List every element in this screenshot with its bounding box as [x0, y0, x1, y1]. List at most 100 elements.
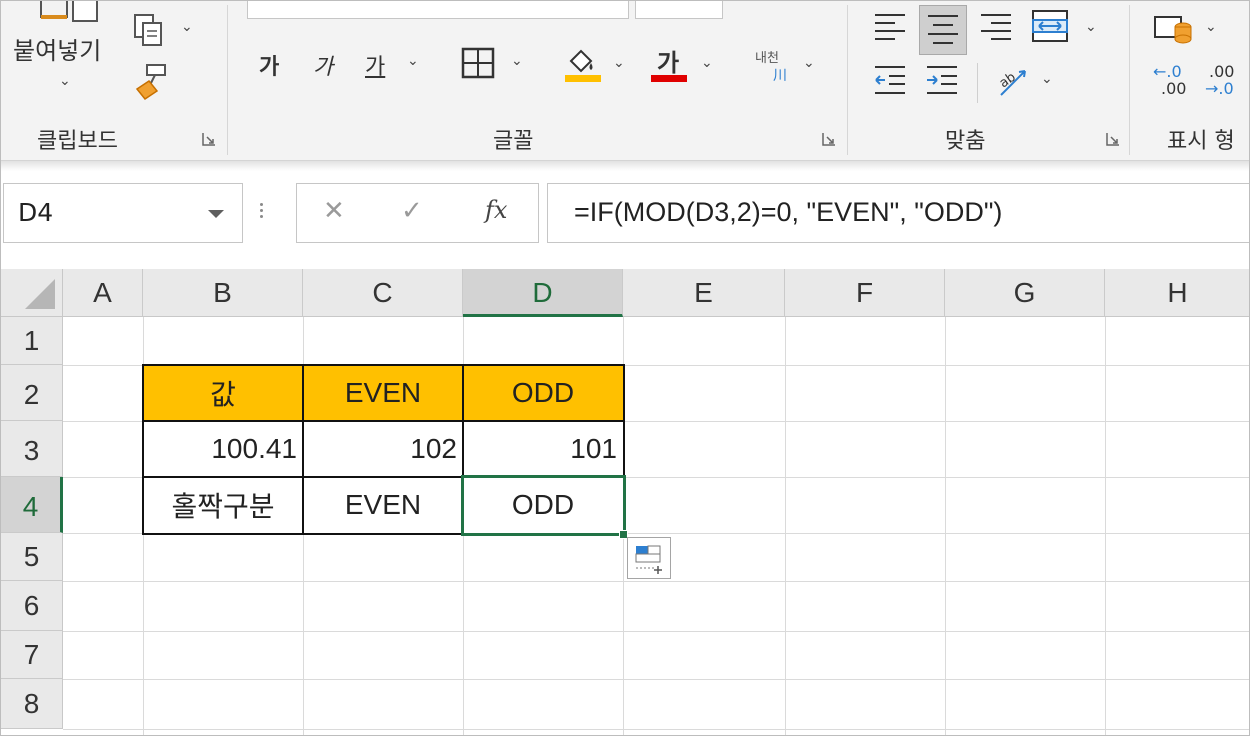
- decrease-indent-icon[interactable]: [873, 63, 909, 97]
- cell-c2[interactable]: EVEN: [303, 365, 463, 421]
- quick-analysis-icon[interactable]: [627, 537, 671, 579]
- column-header-b[interactable]: B: [143, 269, 303, 317]
- group-separator: [1129, 5, 1130, 155]
- name-box[interactable]: D4: [3, 183, 243, 243]
- gridline: [63, 679, 1249, 680]
- name-box-value: D4: [18, 198, 54, 227]
- increase-decimal-icon[interactable]: ←.0 .00: [1153, 63, 1193, 101]
- cell-d3[interactable]: 101: [463, 421, 623, 477]
- table-border: [462, 365, 464, 533]
- merge-center-icon[interactable]: [1031, 9, 1071, 45]
- copy-icon[interactable]: [133, 13, 173, 49]
- underline-button[interactable]: 가: [365, 49, 385, 81]
- increase-indent-icon[interactable]: [925, 63, 961, 97]
- copy-dropdown-icon[interactable]: ⌄: [181, 19, 193, 35]
- group-separator: [847, 5, 848, 155]
- row-header-2[interactable]: 2: [1, 365, 63, 421]
- orientation-dropdown-icon[interactable]: ⌄: [1041, 71, 1053, 87]
- align-left-icon[interactable]: [871, 7, 911, 47]
- gridline: [63, 533, 1249, 534]
- name-box-dropdown-icon[interactable]: [208, 210, 224, 218]
- column-header-h[interactable]: H: [1105, 269, 1249, 317]
- cell-d2[interactable]: ODD: [463, 365, 623, 421]
- formula-buttons: ✕ ✓ fx: [296, 183, 539, 243]
- bold-button[interactable]: 가: [259, 49, 279, 81]
- format-painter-icon[interactable]: [133, 63, 173, 101]
- alignment-group-label: 맞춤: [945, 129, 986, 154]
- formula-bar-resize-handle[interactable]: [258, 201, 264, 227]
- paste-dropdown-icon[interactable]: ⌄: [59, 73, 71, 89]
- font-dialog-launcher-icon[interactable]: [821, 131, 837, 147]
- gridline: [63, 631, 1249, 632]
- clipboard-dialog-launcher-icon[interactable]: [201, 131, 217, 147]
- gridline: [63, 729, 1249, 730]
- cell-c4[interactable]: EVEN: [303, 477, 463, 533]
- borders-icon[interactable]: [461, 47, 497, 81]
- number-group-label: 표시 형: [1167, 129, 1235, 154]
- formula-text: =IF(MOD(D3,2)=0, "EVEN", "ODD"): [574, 197, 1003, 227]
- cell-b4[interactable]: 홀짝구분: [143, 477, 303, 533]
- column-header-c[interactable]: C: [303, 269, 463, 317]
- formula-input[interactable]: =IF(MOD(D3,2)=0, "EVEN", "ODD"): [547, 183, 1249, 243]
- row-header-5[interactable]: 5: [1, 533, 63, 581]
- row-header-6[interactable]: 6: [1, 581, 63, 631]
- column-header-f[interactable]: F: [785, 269, 945, 317]
- row-header-7[interactable]: 7: [1, 631, 63, 679]
- clipboard-group-label: 클립보드: [37, 129, 118, 154]
- column-header-g[interactable]: G: [945, 269, 1105, 317]
- column-header-e[interactable]: E: [623, 269, 785, 317]
- phonetic-guide-bottom: 川: [773, 68, 787, 84]
- merge-dropdown-icon[interactable]: ⌄: [1085, 19, 1097, 35]
- italic-button[interactable]: 가: [313, 49, 333, 81]
- cell-b2[interactable]: 값: [143, 365, 303, 421]
- fill-color-icon[interactable]: [563, 45, 603, 85]
- excel-window: 붙여넣기 ⌄ ⌄ 클립보드 가 가 가 ⌄ ⌄ ⌄ 가 ⌄ 내천 川 ⌄ 글꼴 …: [0, 0, 1250, 736]
- column-header-d[interactable]: D: [463, 269, 623, 317]
- cell-d4[interactable]: ODD: [463, 477, 623, 533]
- worksheet-grid: A B C D E F G H 1 2 3 4 5 6 7 8 값 EVEN O…: [1, 269, 1249, 735]
- align-center-icon[interactable]: [919, 5, 967, 55]
- font-group-label: 글꼴: [493, 129, 534, 154]
- decrease-decimal-bottom: →.0: [1205, 79, 1234, 98]
- ribbon: 붙여넣기 ⌄ ⌄ 클립보드 가 가 가 ⌄ ⌄ ⌄ 가 ⌄ 내천 川 ⌄ 글꼴 …: [1, 1, 1249, 161]
- select-all-button[interactable]: [1, 269, 63, 317]
- font-color-bar: [651, 75, 687, 82]
- gridline: [63, 581, 1249, 582]
- font-name-box[interactable]: [247, 1, 629, 19]
- cell-c3[interactable]: 102: [303, 421, 463, 477]
- align-right-icon[interactable]: [977, 7, 1017, 47]
- ribbon-shadow: [1, 161, 1249, 171]
- alignment-dialog-launcher-icon[interactable]: [1105, 131, 1121, 147]
- paste-icon[interactable]: [39, 1, 101, 27]
- borders-dropdown-icon[interactable]: ⌄: [511, 53, 523, 69]
- table-border: [143, 420, 624, 422]
- gridline: [785, 317, 786, 735]
- cell-b3[interactable]: 100.41: [143, 421, 303, 477]
- number-format-icon[interactable]: [1153, 13, 1195, 47]
- orientation-icon[interactable]: ab: [995, 63, 1033, 99]
- separator-line: [977, 63, 978, 103]
- phonetic-dropdown-icon[interactable]: ⌄: [803, 55, 815, 71]
- decrease-decimal-icon[interactable]: .00 →.0: [1205, 63, 1249, 101]
- table-border: [302, 365, 304, 533]
- font-color-button[interactable]: 가: [657, 43, 679, 78]
- table-border: [143, 476, 624, 478]
- font-color-dropdown-icon[interactable]: ⌄: [701, 55, 713, 71]
- enter-formula-button[interactable]: ✓: [401, 196, 423, 226]
- row-header-3[interactable]: 3: [1, 421, 63, 477]
- phonetic-guide-top[interactable]: 내천: [755, 47, 779, 66]
- font-size-box[interactable]: [635, 1, 723, 19]
- paste-button[interactable]: 붙여넣기: [13, 31, 101, 66]
- formula-bar: D4 ✕ ✓ fx =IF(MOD(D3,2)=0, "EVEN", "ODD"…: [1, 171, 1249, 271]
- row-header-8[interactable]: 8: [1, 679, 63, 729]
- underline-dropdown-icon[interactable]: ⌄: [407, 53, 419, 69]
- fill-color-dropdown-icon[interactable]: ⌄: [613, 55, 625, 71]
- row-header-4[interactable]: 4: [1, 477, 63, 533]
- insert-function-button[interactable]: fx: [485, 196, 507, 224]
- number-format-dropdown-icon[interactable]: ⌄: [1205, 19, 1217, 35]
- increase-decimal-bottom: .00: [1161, 79, 1187, 98]
- cancel-formula-button[interactable]: ✕: [323, 196, 345, 226]
- column-header-a[interactable]: A: [63, 269, 143, 317]
- gridline: [945, 317, 946, 735]
- row-header-1[interactable]: 1: [1, 317, 63, 365]
